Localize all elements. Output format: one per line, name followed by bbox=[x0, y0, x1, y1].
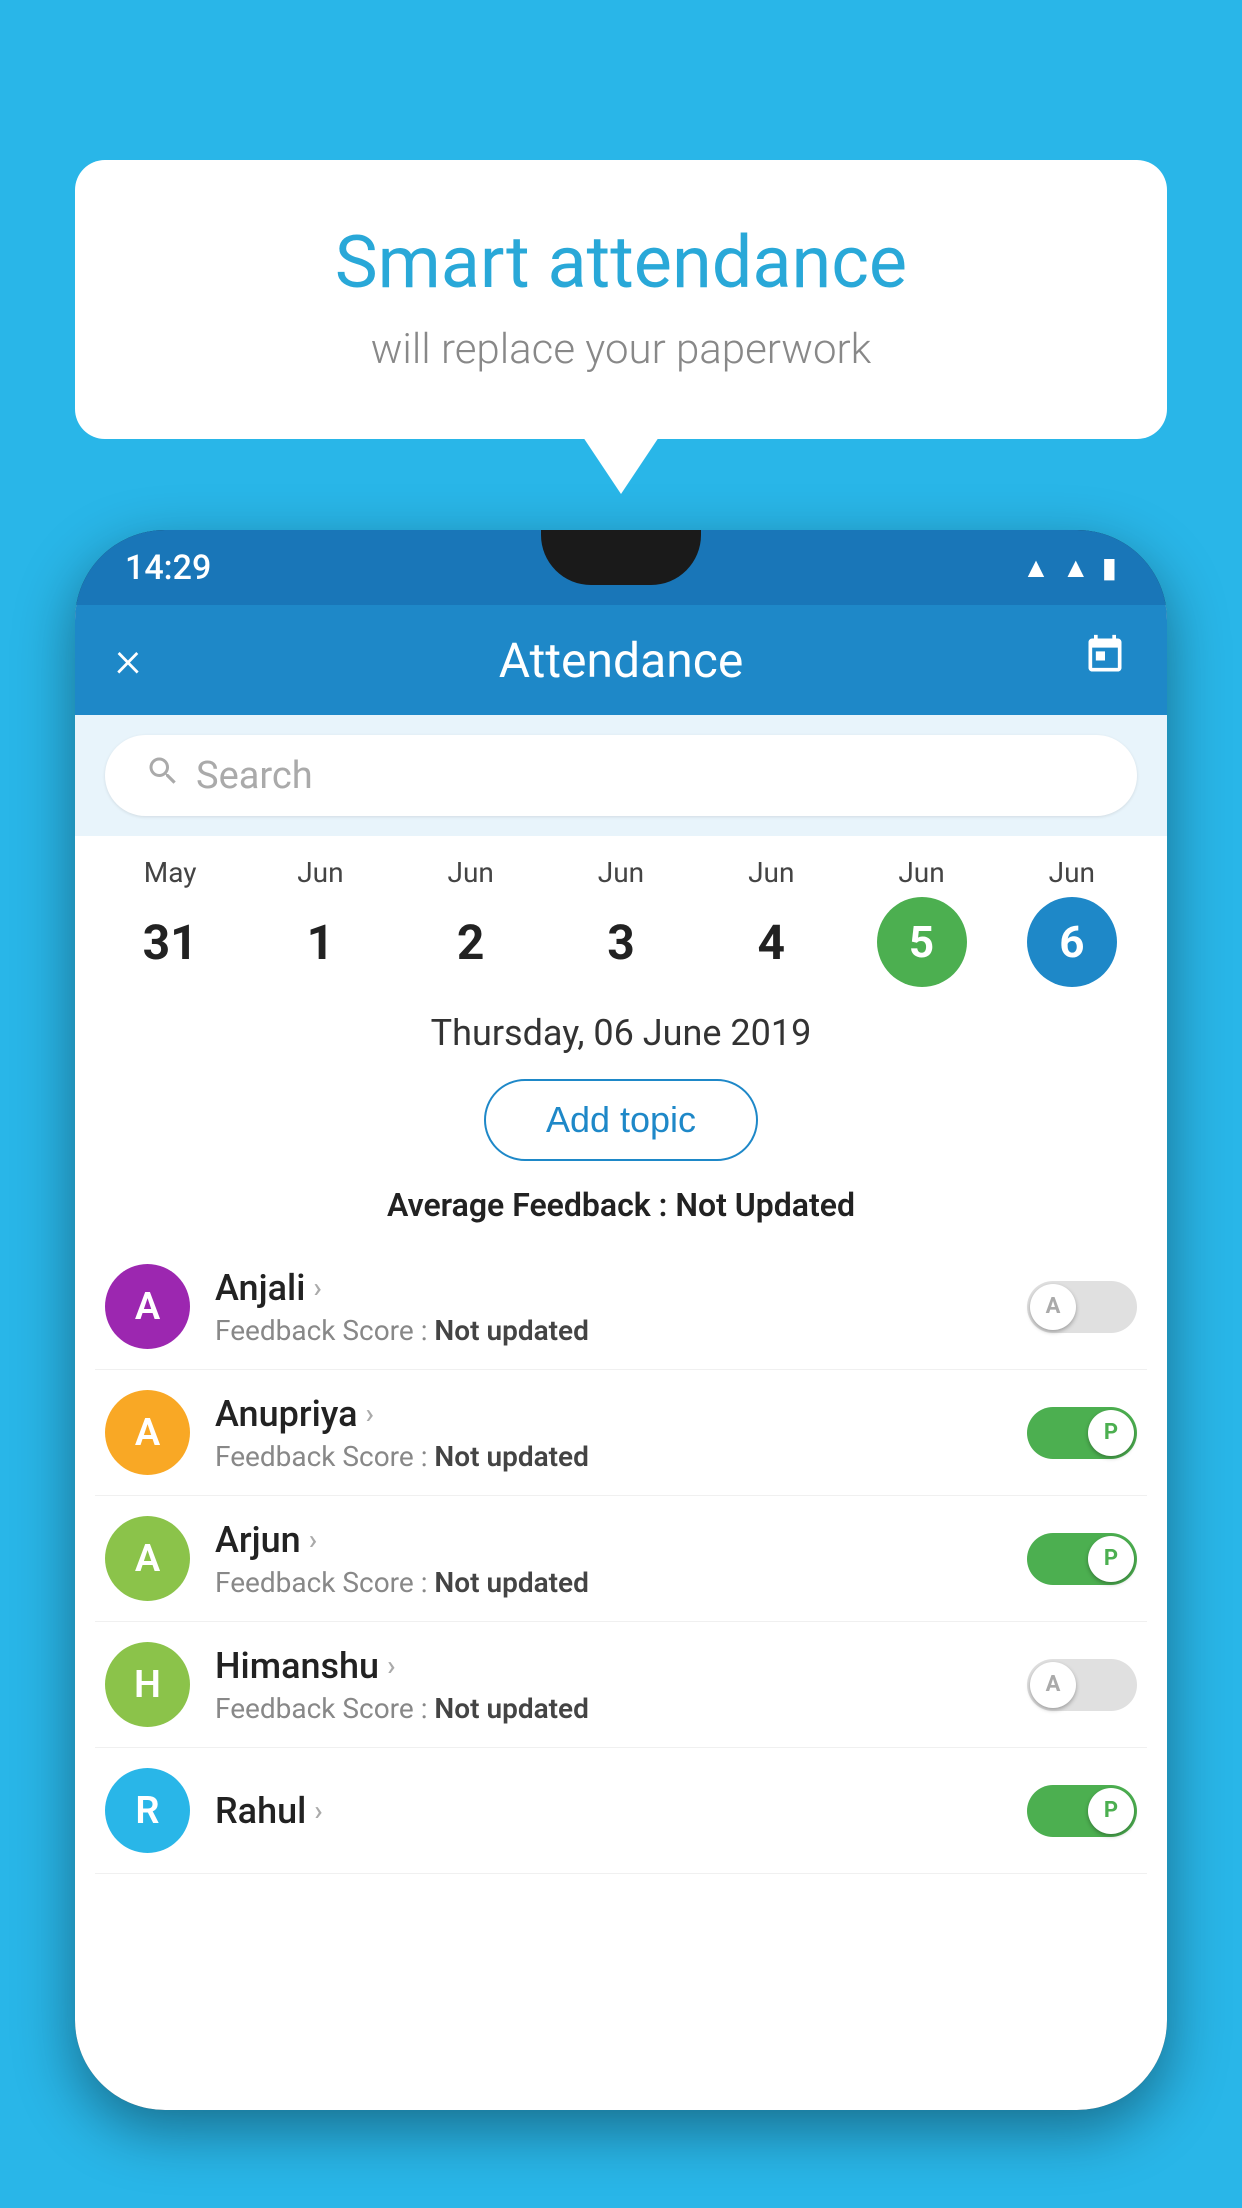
app-bar-title: Attendance bbox=[499, 632, 744, 689]
toggle-knob-anjali: A bbox=[1030, 1284, 1076, 1330]
feedback-summary: Average Feedback : Not Updated bbox=[75, 1176, 1167, 1244]
toggle-knob-rahul: P bbox=[1088, 1788, 1134, 1834]
chevron-icon: › bbox=[387, 1649, 395, 1682]
toggle-himanshu[interactable]: A bbox=[1027, 1659, 1137, 1711]
avatar-himanshu: H bbox=[105, 1642, 190, 1727]
date-col-1[interactable]: Jun 1 bbox=[255, 856, 385, 987]
toggle-knob-arjun: P bbox=[1088, 1536, 1134, 1582]
student-info-arjun: Arjun › Feedback Score : Not updated bbox=[215, 1519, 1002, 1599]
phone-inner-screen: × Attendance Search bbox=[75, 605, 1167, 2110]
student-info-himanshu: Himanshu › Feedback Score : Not updated bbox=[215, 1645, 1002, 1725]
student-info-rahul: Rahul › bbox=[215, 1790, 1002, 1832]
toggle-anupriya[interactable]: P bbox=[1027, 1407, 1137, 1459]
student-feedback-anupriya: Feedback Score : Not updated bbox=[215, 1440, 1002, 1473]
calendar-dates: May 31 Jun 1 Jun 2 Jun 3 Jun 4 bbox=[75, 836, 1167, 987]
student-name-anjali: Anjali › bbox=[215, 1267, 1002, 1309]
speech-bubble-container: Smart attendance will replace your paper… bbox=[75, 160, 1167, 439]
toggle-anjali[interactable]: A bbox=[1027, 1281, 1137, 1333]
student-list: A Anjali › Feedback Score : Not updated … bbox=[75, 1244, 1167, 1874]
search-container: Search bbox=[75, 715, 1167, 836]
chevron-icon: › bbox=[313, 1271, 321, 1304]
toggle-arjun[interactable]: P bbox=[1027, 1533, 1137, 1585]
date-col-0[interactable]: May 31 bbox=[105, 856, 235, 987]
phone-notch bbox=[541, 530, 701, 585]
phone-frame: 14:29 ▲ ▲ ▮ × Attendance bbox=[75, 530, 1167, 2110]
bubble-title: Smart attendance bbox=[155, 220, 1087, 305]
student-feedback-himanshu: Feedback Score : Not updated bbox=[215, 1692, 1002, 1725]
student-feedback-anjali: Feedback Score : Not updated bbox=[215, 1314, 1002, 1347]
date-col-2[interactable]: Jun 2 bbox=[406, 856, 536, 987]
student-item-himanshu[interactable]: H Himanshu › Feedback Score : Not update… bbox=[95, 1622, 1147, 1748]
toggle-knob-anupriya: P bbox=[1088, 1410, 1134, 1456]
status-icons: ▲ ▲ ▮ bbox=[1022, 551, 1117, 584]
student-item-anupriya[interactable]: A Anupriya › Feedback Score : Not update… bbox=[95, 1370, 1147, 1496]
date-col-6[interactable]: Jun 6 bbox=[1007, 856, 1137, 987]
date-col-4[interactable]: Jun 4 bbox=[706, 856, 836, 987]
avatar-rahul: R bbox=[105, 1768, 190, 1853]
date-col-3[interactable]: Jun 3 bbox=[556, 856, 686, 987]
speech-bubble: Smart attendance will replace your paper… bbox=[75, 160, 1167, 439]
student-item-rahul[interactable]: R Rahul › P bbox=[95, 1748, 1147, 1874]
student-name-rahul: Rahul › bbox=[215, 1790, 1002, 1832]
search-icon bbox=[145, 753, 181, 798]
calendar-icon[interactable] bbox=[1083, 633, 1127, 688]
student-item-arjun[interactable]: A Arjun › Feedback Score : Not updated P bbox=[95, 1496, 1147, 1622]
feedback-value: Not Updated bbox=[675, 1186, 855, 1224]
status-time: 14:29 bbox=[125, 548, 211, 588]
chevron-icon: › bbox=[366, 1397, 374, 1430]
student-feedback-arjun: Feedback Score : Not updated bbox=[215, 1566, 1002, 1599]
student-info-anupriya: Anupriya › Feedback Score : Not updated bbox=[215, 1393, 1002, 1473]
student-name-arjun: Arjun › bbox=[215, 1519, 1002, 1561]
student-name-himanshu: Himanshu › bbox=[215, 1645, 1002, 1687]
avatar-anjali: A bbox=[105, 1264, 190, 1349]
bubble-subtitle: will replace your paperwork bbox=[155, 325, 1087, 374]
date-col-5[interactable]: Jun 5 bbox=[857, 856, 987, 987]
search-bar[interactable]: Search bbox=[105, 735, 1137, 816]
student-info-anjali: Anjali › Feedback Score : Not updated bbox=[215, 1267, 1002, 1347]
app-bar: × Attendance bbox=[75, 605, 1167, 715]
battery-icon: ▮ bbox=[1102, 551, 1117, 584]
signal-icon: ▲ bbox=[1062, 551, 1090, 584]
phone-wrapper: 14:29 ▲ ▲ ▮ × Attendance bbox=[75, 530, 1167, 2208]
wifi-icon: ▲ bbox=[1022, 551, 1050, 584]
student-name-anupriya: Anupriya › bbox=[215, 1393, 1002, 1435]
feedback-label: Average Feedback : bbox=[387, 1186, 675, 1224]
chevron-icon: › bbox=[309, 1523, 317, 1556]
avatar-arjun: A bbox=[105, 1516, 190, 1601]
toggle-knob-himanshu: A bbox=[1030, 1662, 1076, 1708]
selected-date: Thursday, 06 June 2019 bbox=[75, 987, 1167, 1064]
toggle-rahul[interactable]: P bbox=[1027, 1785, 1137, 1837]
search-placeholder: Search bbox=[196, 754, 313, 798]
avatar-anupriya: A bbox=[105, 1390, 190, 1475]
add-topic-button[interactable]: Add topic bbox=[484, 1079, 758, 1161]
student-item-anjali[interactable]: A Anjali › Feedback Score : Not updated … bbox=[95, 1244, 1147, 1370]
close-button[interactable]: × bbox=[115, 631, 141, 689]
chevron-icon: › bbox=[314, 1794, 322, 1827]
